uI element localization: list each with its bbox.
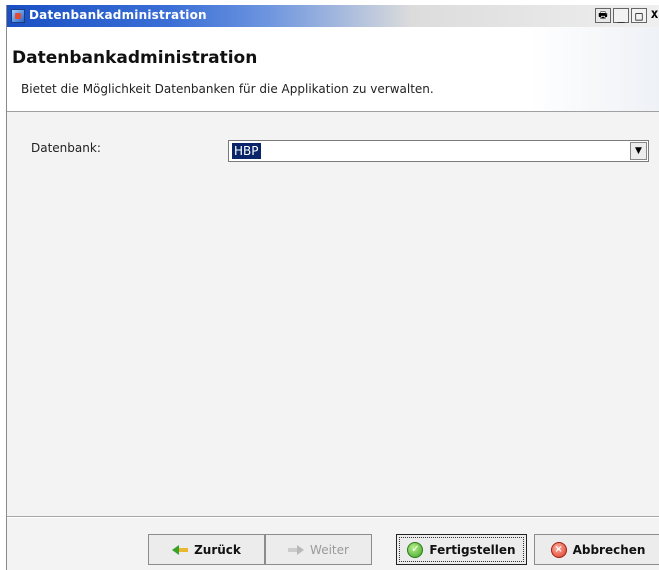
next-button[interactable]: Weiter bbox=[265, 534, 372, 565]
footer-divider-highlight bbox=[7, 517, 659, 518]
cancel-button-label: Abbrechen bbox=[572, 542, 646, 557]
database-label: Datenbank: bbox=[31, 141, 101, 155]
title-bar[interactable]: Datenbankadministration 🖶 _ □ x bbox=[7, 5, 659, 27]
database-selected-value: HBP bbox=[232, 143, 261, 159]
next-button-label: Weiter bbox=[310, 542, 349, 557]
wizard-window: Datenbankadministration 🖶 _ □ x Datenban… bbox=[6, 5, 659, 570]
window-title: Datenbankadministration bbox=[29, 8, 207, 22]
app-icon bbox=[11, 9, 25, 23]
finish-button[interactable]: ✓ Fertigstellen bbox=[396, 534, 527, 565]
page-description: Bietet die Möglichkeit Datenbanken für d… bbox=[21, 82, 434, 96]
close-button[interactable]: x bbox=[649, 8, 659, 23]
back-button[interactable]: Zurück bbox=[148, 534, 265, 565]
arrow-right-icon bbox=[288, 542, 305, 558]
cancel-button[interactable]: × Abbrechen bbox=[534, 534, 659, 565]
finish-button-label: Fertigstellen bbox=[429, 542, 516, 557]
maximize-button[interactable]: □ bbox=[631, 8, 647, 23]
back-button-label: Zurück bbox=[194, 542, 241, 557]
chevron-down-icon[interactable]: ▼ bbox=[630, 142, 647, 160]
check-icon: ✓ bbox=[407, 541, 424, 558]
arrow-left-icon bbox=[172, 542, 189, 558]
minimize-button[interactable]: _ bbox=[613, 8, 629, 23]
header-panel: Datenbankadministration Bietet die Mögli… bbox=[7, 27, 659, 112]
print-icon[interactable]: 🖶 bbox=[595, 8, 611, 23]
database-select[interactable]: HBP ▼ bbox=[228, 140, 649, 162]
page-title: Datenbankadministration bbox=[12, 48, 258, 68]
cancel-icon: × bbox=[550, 541, 567, 558]
